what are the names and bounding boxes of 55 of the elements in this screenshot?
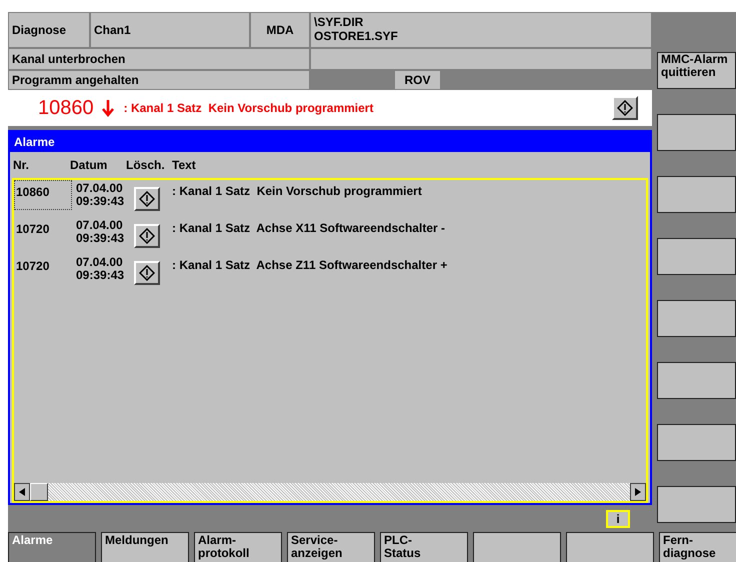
softkey[interactable]: Alarm- protokoll xyxy=(194,532,282,562)
diamond-icon xyxy=(139,228,155,244)
program-state: Programm angehalten xyxy=(8,70,310,90)
right-arrow-icon xyxy=(635,488,641,496)
date-cell-text: 07.04.00 09:39:43 xyxy=(76,180,126,210)
softkey[interactable]: Meldungen xyxy=(101,532,189,562)
blank-softkey[interactable] xyxy=(657,176,736,213)
program-path: \SYF.DIR OSTORE1.SYF xyxy=(310,12,652,48)
clear-button[interactable] xyxy=(612,96,638,120)
blank-softkey[interactable] xyxy=(657,114,736,151)
diamond-icon xyxy=(139,191,155,207)
diamond-icon xyxy=(139,265,155,281)
alarm-text: : Kanal 1 Satz Achse X11 Softwareendschalter - xyxy=(172,220,445,237)
alarm-message: : Kanal 1 Satz Kein Vorschub programmiert xyxy=(124,100,374,117)
blank-softkey[interactable] xyxy=(657,362,736,399)
column-header: Lösch. xyxy=(126,157,166,174)
column-header: Nr. xyxy=(12,157,30,174)
mode-label: MDA xyxy=(250,12,310,48)
scroll-right-button[interactable] xyxy=(630,483,646,501)
left-arrow-icon xyxy=(19,488,25,496)
scroll-left-button[interactable] xyxy=(14,483,30,501)
softkey[interactable]: PLC- Status xyxy=(380,532,468,562)
clear-button[interactable] xyxy=(134,224,160,248)
blank-softkey[interactable] xyxy=(657,424,736,461)
softkey[interactable]: MMC-Alarm quittieren xyxy=(657,52,736,89)
alarm-number-cell[interactable]: 10860 xyxy=(14,180,72,210)
info-button[interactable]: i xyxy=(606,510,630,528)
channel-label: Chan1 xyxy=(90,12,250,48)
alarm-text: : Kanal 1 Satz Achse Z11 Softwareendschalter + xyxy=(172,257,448,274)
date-cell-text: 07.04.00 09:39:43 xyxy=(76,217,126,247)
blank-softkey[interactable] xyxy=(657,300,736,337)
alarm-text: : Kanal 1 Satz Kein Vorschub programmiert xyxy=(172,183,422,200)
channel-state: Kanal unterbrochen xyxy=(8,48,310,70)
alarm-number-cell[interactable]: 10720 xyxy=(14,254,72,284)
diamond-icon xyxy=(617,100,633,116)
override-label: ROV xyxy=(395,71,440,89)
softkey[interactable]: Service- anzeigen xyxy=(287,532,375,562)
area-label: Diagnose xyxy=(8,12,90,48)
horizontal-scrollbar[interactable] xyxy=(14,483,646,501)
clear-button[interactable] xyxy=(134,187,160,211)
blank-softkey[interactable] xyxy=(657,238,736,275)
clear-button[interactable] xyxy=(134,261,160,285)
column-header: Text xyxy=(172,157,196,174)
down-arrow-icon xyxy=(102,99,114,117)
panel-title: Alarme xyxy=(10,132,650,152)
alarm-number: 10860 xyxy=(38,96,94,121)
blank-softkey[interactable] xyxy=(566,532,654,562)
softkey[interactable]: Fern- diagnose xyxy=(659,532,736,562)
blank-softkey[interactable] xyxy=(473,532,561,562)
softkey[interactable]: Alarme xyxy=(8,532,96,562)
date-cell-text: 07.04.00 09:39:43 xyxy=(76,254,126,284)
blank-softkey[interactable] xyxy=(657,486,736,523)
alarm-number-cell[interactable]: 10720 xyxy=(14,217,72,247)
column-header: Datum xyxy=(70,157,108,174)
scroll-thumb[interactable] xyxy=(30,483,48,501)
